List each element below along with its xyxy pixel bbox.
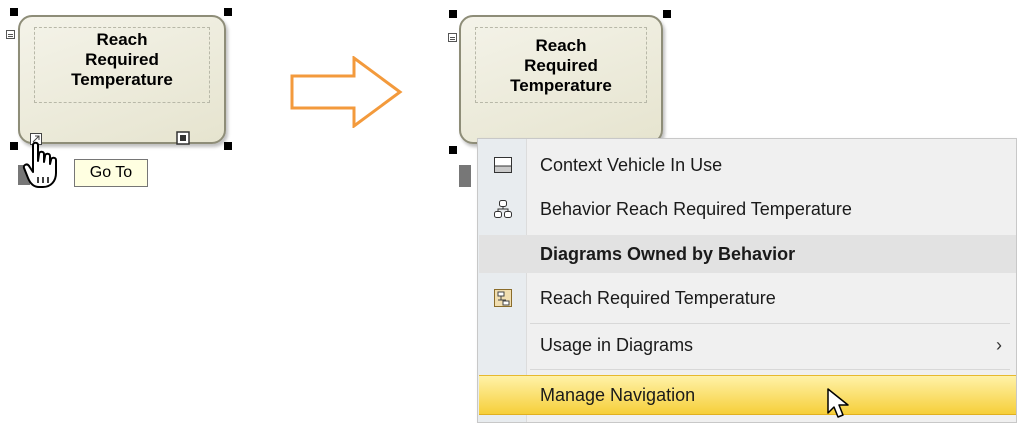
action-node-left[interactable]: Reach Required Temperature (18, 15, 226, 144)
menu-item-usage-in-diagrams[interactable]: Usage in Diagrams › (479, 326, 1016, 364)
selection-handle-tr[interactable] (663, 10, 671, 18)
menu-item-behavior[interactable]: Behavior Reach Required Temperature (479, 190, 1016, 228)
selection-handle-bl[interactable] (449, 146, 457, 154)
menu-item-reach-required-temperature[interactable]: Reach Required Temperature (479, 279, 1016, 317)
transition-arrow-icon (290, 56, 403, 128)
chevron-right-icon: › (996, 335, 1002, 355)
action-node-right[interactable]: Reach Required Temperature (459, 15, 663, 144)
menu-item-label: Usage in Diagrams (540, 335, 694, 355)
diagram-frame-icon (494, 157, 512, 173)
stereotype-icon (459, 165, 471, 187)
compartment-toggle-icon[interactable] (448, 33, 457, 42)
menu-section-label: Diagrams Owned by Behavior (540, 244, 796, 264)
menu-section-header: Diagrams Owned by Behavior (479, 235, 1016, 273)
compartment-toggle-icon[interactable] (6, 30, 15, 39)
selection-handle-bl[interactable] (10, 142, 18, 150)
action-label: Reach Required Temperature (71, 30, 173, 89)
menu-separator (530, 369, 1010, 370)
activity-diagram-icon (494, 289, 512, 307)
menu-item-context-vehicle[interactable]: Context Vehicle In Use (479, 146, 1016, 184)
menu-item-label: Reach Required Temperature (540, 288, 776, 308)
hand-cursor-icon (22, 141, 57, 188)
selection-handle-tr[interactable] (224, 8, 232, 16)
pointer-cursor-icon (827, 388, 849, 418)
go-to-tooltip: Go To (74, 159, 148, 187)
element-marker-icon (176, 131, 190, 145)
action-label: Reach Required Temperature (510, 36, 612, 95)
selection-handle-br[interactable] (224, 142, 232, 150)
context-menu: Context Vehicle In Use Behavior Reach Re… (477, 138, 1017, 423)
selection-handle-tl[interactable] (449, 10, 457, 18)
menu-item-label: Behavior Reach Required Temperature (540, 199, 852, 219)
menu-item-label: Context Vehicle In Use (540, 155, 723, 175)
behavior-icon (494, 200, 512, 218)
menu-separator (530, 323, 1010, 324)
menu-item-label: Manage Navigation (540, 385, 696, 405)
selection-handle-tl[interactable] (10, 8, 18, 16)
menu-item-manage-navigation[interactable]: Manage Navigation (479, 375, 1016, 415)
